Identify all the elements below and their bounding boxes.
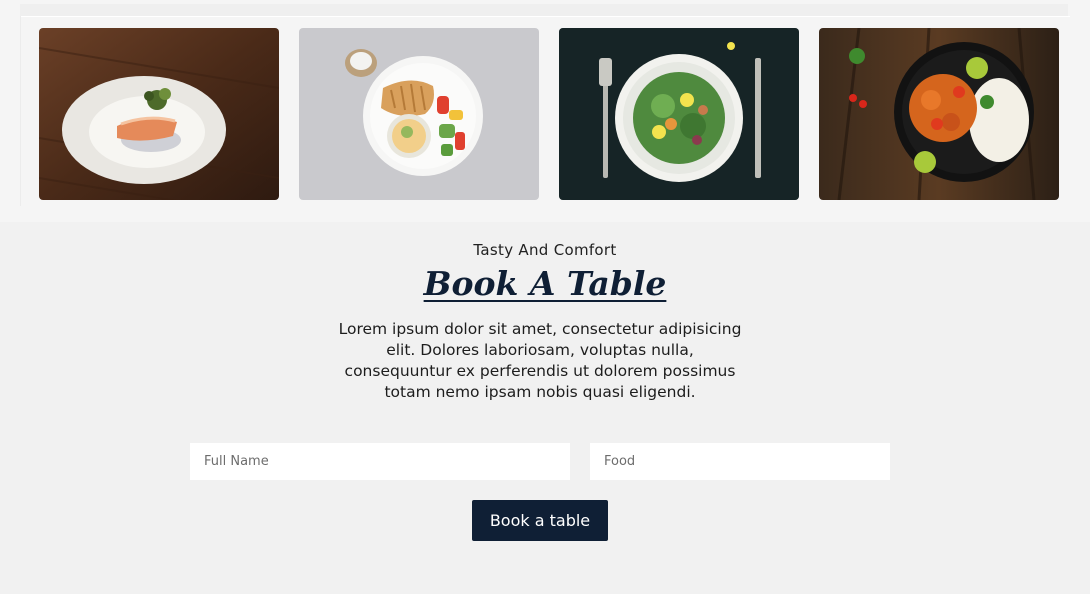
gallery-image-chicken-plate[interactable] (299, 28, 539, 200)
section-title: Book A Table (423, 264, 667, 303)
food-input[interactable] (590, 443, 890, 480)
gallery-image-green-salad[interactable] (559, 28, 799, 200)
gallery-divider (20, 16, 1070, 17)
gallery-left-edge (20, 16, 21, 206)
chicken-salad-plate-photo (299, 28, 539, 200)
green-salad-plate-photo (559, 28, 799, 200)
gallery-image-salmon[interactable] (39, 28, 279, 200)
book-table-button[interactable]: Book a table (472, 500, 608, 541)
section-eyebrow: Tasty And Comfort (473, 241, 617, 259)
gallery-top-strip (20, 4, 1068, 16)
salmon-dish-photo (39, 28, 279, 200)
gallery-image-curry[interactable] (819, 28, 1059, 200)
section-description: Lorem ipsum dolor sit amet, consectetur … (338, 320, 742, 401)
curry-rice-plate-photo (819, 28, 1059, 200)
full-name-input[interactable] (190, 443, 570, 480)
